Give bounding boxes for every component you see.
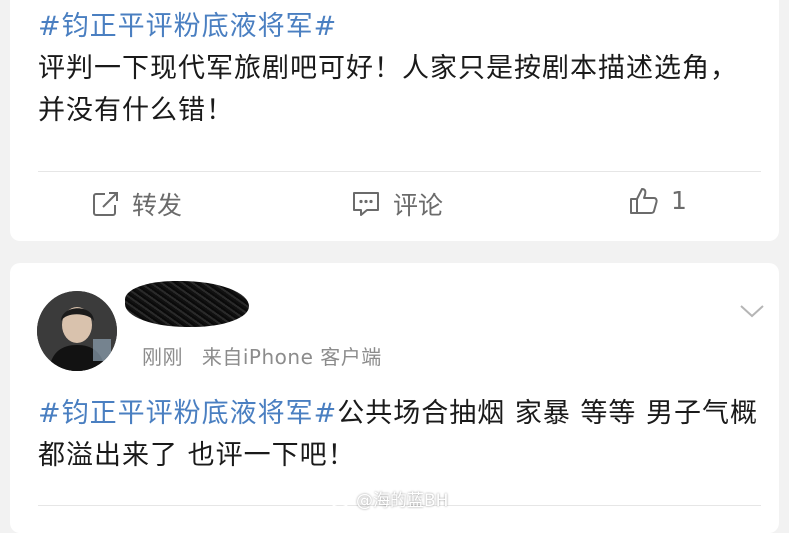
post-card-1[interactable]: #钧正平评粉底液将军# 评判一下现代军旅剧吧可好！人家只是按剧本描述选角，并没有… <box>10 0 779 241</box>
avatar-photo <box>37 291 117 371</box>
post-body: #钧正平评粉底液将军# 评判一下现代军旅剧吧可好！人家只是按剧本描述选角，并没有… <box>38 6 758 132</box>
comment-icon <box>353 192 379 216</box>
watermark: @海的蓝BH <box>330 486 448 511</box>
watermark-text: @海的蓝BH <box>356 491 449 511</box>
comment-button[interactable]: 评论 <box>351 186 443 222</box>
more-options-button[interactable] <box>739 303 765 323</box>
repost-button[interactable]: 转发 <box>92 186 182 222</box>
weibo-logo-icon <box>330 490 351 508</box>
divider <box>38 171 761 172</box>
post-time: 刚刚 <box>142 345 183 369</box>
post-meta: 刚刚 来自iPhone 客户端 <box>142 341 382 370</box>
comment-label: 评论 <box>393 191 444 220</box>
avatar[interactable] <box>37 291 117 371</box>
like-button[interactable]: 1 <box>629 186 687 215</box>
redacted-username <box>125 281 249 327</box>
thumbs-up-icon <box>630 187 658 214</box>
chevron-down-icon <box>740 305 764 318</box>
post-body: #钧正平评粉底液将军#公共场合抽烟 家暴 等等 男子气概都溢出来了 也评一下吧！ <box>38 393 758 477</box>
post-text: 评判一下现代军旅剧吧可好！人家只是按剧本描述选角，并没有什么错！ <box>38 53 738 126</box>
hashtag-link[interactable]: #钧正平评粉底液将军# <box>38 11 337 42</box>
post-source: 来自iPhone 客户端 <box>201 345 382 369</box>
repost-icon <box>93 192 118 216</box>
hashtag-link[interactable]: #钧正平评粉底液将军# <box>38 398 337 429</box>
repost-label: 转发 <box>132 191 183 220</box>
like-count: 1 <box>671 186 687 215</box>
